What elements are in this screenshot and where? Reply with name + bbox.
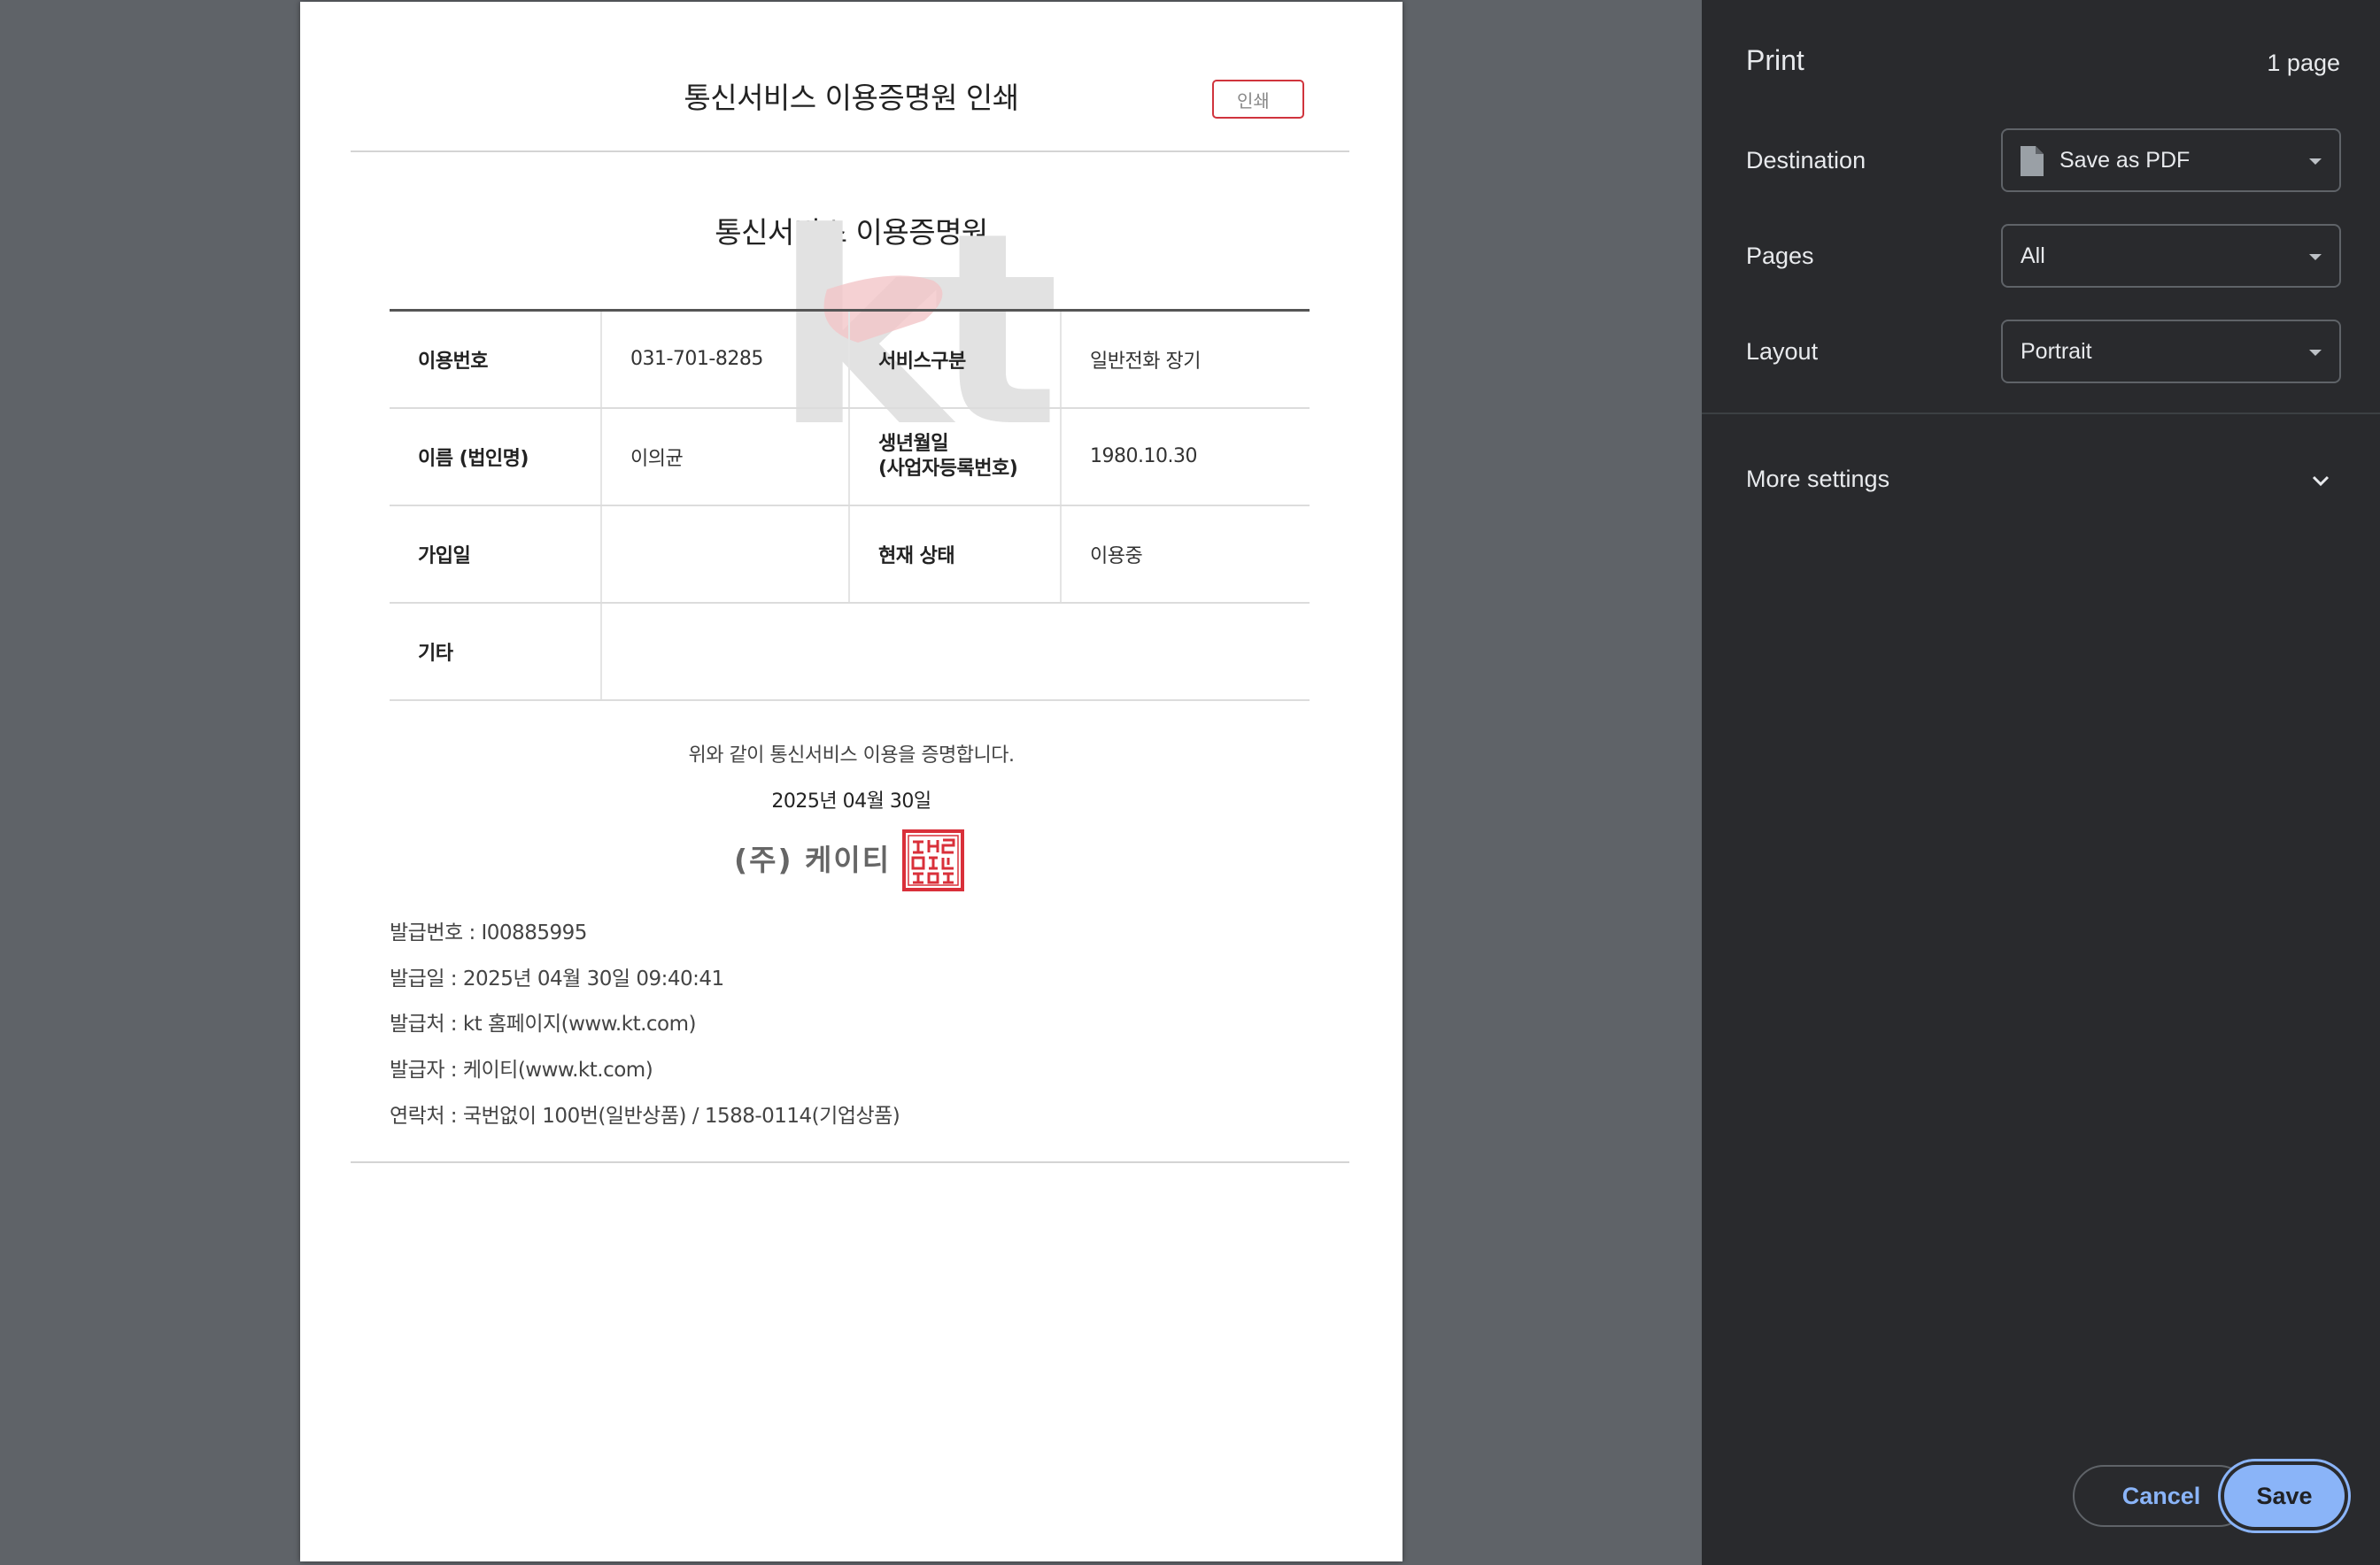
- table-row: 이용번호 031-701-8285 서비스구분 일반전화 장기: [390, 310, 1310, 409]
- destination-select[interactable]: Save as PDF: [2001, 128, 2341, 192]
- value-name: 이의균: [600, 407, 849, 506]
- value-service-type: 일반전화 장기: [1060, 310, 1310, 409]
- label-join-date: 가입일: [390, 505, 601, 604]
- header-divider: [351, 150, 1349, 152]
- pdf-file-icon: [2021, 146, 2044, 176]
- value-usage-number: 031-701-8285: [600, 310, 849, 409]
- issuer: 발급자 : 케이티(www.kt.com): [390, 1059, 653, 1082]
- value-etc: [600, 602, 1310, 701]
- table-row: 기타: [390, 602, 1310, 701]
- value-status: 이용중: [1060, 505, 1310, 604]
- panel-divider: [1702, 412, 2380, 414]
- certify-statement: 위와 같이 통신서비스 이용을 증명합니다.: [688, 744, 1015, 767]
- value-join-date: [600, 505, 849, 604]
- label-birthdate: 생년월일 (사업자등록번호): [848, 407, 1061, 506]
- issue-number: 발급번호 : I00885995: [390, 921, 587, 944]
- issue-place: 발급처 : kt 홈페이지(www.kt.com): [390, 1013, 697, 1036]
- label-status: 현재 상태: [848, 505, 1061, 604]
- more-settings-toggle[interactable]: More settings: [1702, 443, 2380, 517]
- preview-page: 통신서비스 이용증명원 인쇄 인쇄 통신서비스 이용증명원 kt 이용번호 03…: [300, 2, 1402, 1561]
- layout-select[interactable]: Portrait: [2001, 320, 2341, 383]
- chevron-down-icon: [2312, 475, 2330, 487]
- print-preview-area: 통신서비스 이용증명원 인쇄 인쇄 통신서비스 이용증명원 kt 이용번호 03…: [0, 0, 1702, 1565]
- document-title: 통신서비스 이용증명원: [715, 215, 988, 250]
- contact-info: 연락처 : 국번없이 100번(일반상품) / 1588-0114(기업상품): [390, 1105, 900, 1128]
- pages-value: All: [2021, 243, 2045, 268]
- footer-divider: [351, 1161, 1349, 1163]
- company-name: (주) 케이티: [734, 843, 892, 877]
- table-row: 가입일 현재 상태 이용중: [390, 505, 1310, 604]
- label-birthdate-text: 생년월일 (사업자등록번호): [878, 432, 1018, 480]
- more-settings-label: More settings: [1746, 466, 1890, 492]
- save-button[interactable]: Save: [2224, 1465, 2345, 1527]
- layout-value: Portrait: [2021, 339, 2092, 364]
- label-usage-number: 이용번호: [390, 310, 601, 409]
- destination-value: Save as PDF: [2059, 148, 2191, 173]
- destination-label: Destination: [1746, 147, 1866, 173]
- pages-label: Pages: [1746, 243, 1814, 269]
- value-birthdate: 1980.10.30: [1060, 407, 1310, 506]
- caret-down-icon: [2309, 254, 2322, 260]
- company-seal-stamp: [902, 829, 964, 891]
- caret-down-icon: [2309, 350, 2322, 356]
- page-count: 1 page: [2267, 50, 2340, 76]
- issue-datetime: 발급일 : 2025년 04월 30일 09:40:41: [390, 968, 724, 991]
- table-row: 이름 (법인명) 이의균 생년월일 (사업자등록번호) 1980.10.30: [390, 407, 1310, 506]
- label-service-type: 서비스구분: [848, 310, 1061, 409]
- pages-select[interactable]: All: [2001, 224, 2341, 288]
- label-etc: 기타: [390, 602, 601, 701]
- document-print-button[interactable]: 인쇄: [1212, 80, 1304, 119]
- issue-date: 2025년 04월 30일: [771, 790, 931, 813]
- print-settings-panel: Print 1 page Destination Save as PDF Pag…: [1702, 0, 2380, 1565]
- certificate-table: 이용번호 031-701-8285 서비스구분 일반전화 장기 이름 (법인명)…: [390, 309, 1310, 701]
- layout-label: Layout: [1746, 338, 1819, 365]
- cancel-button[interactable]: Cancel: [2073, 1465, 2250, 1527]
- label-name: 이름 (법인명): [390, 407, 601, 506]
- panel-title: Print: [1746, 44, 1804, 76]
- caret-down-icon: [2309, 158, 2322, 165]
